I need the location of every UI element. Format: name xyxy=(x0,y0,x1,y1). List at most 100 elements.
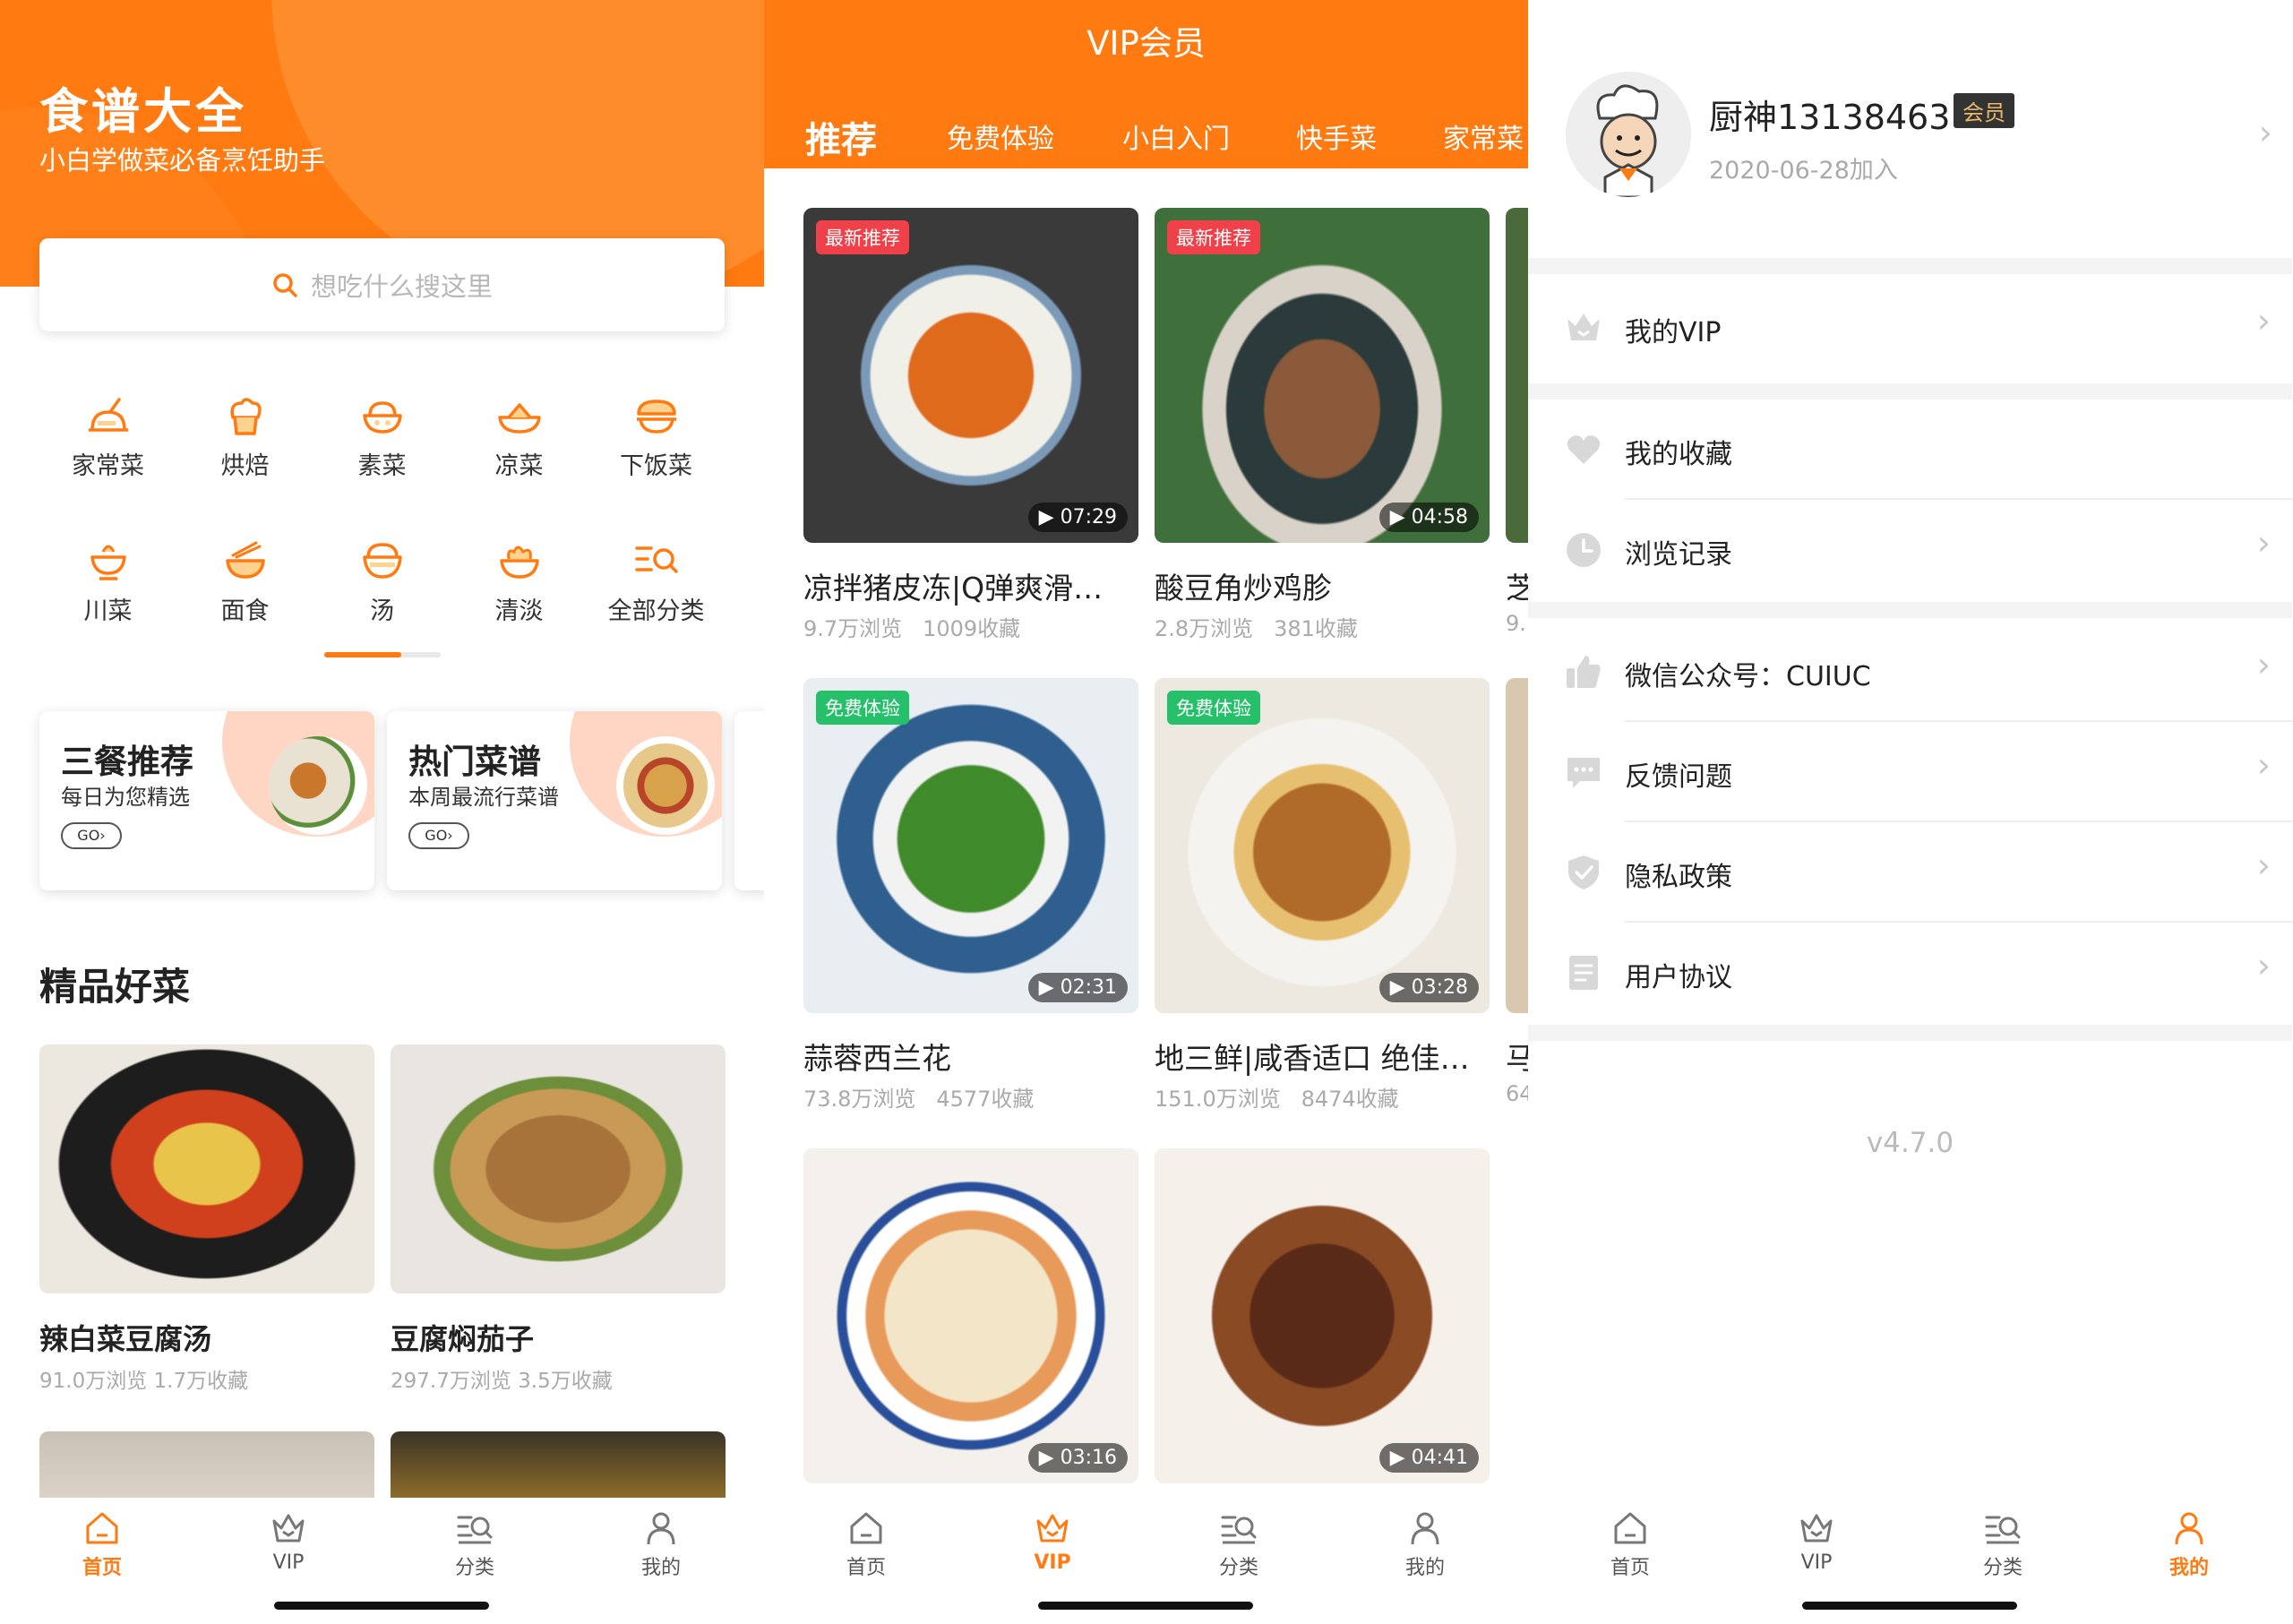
page-indicator-active xyxy=(324,652,401,657)
heart-icon xyxy=(1567,435,1601,464)
nav-mine-label: 我的 xyxy=(2168,1557,2209,1579)
cold-dish-icon xyxy=(497,403,541,434)
nav-category[interactable]: 分类 xyxy=(1185,1508,1292,1580)
video-card[interactable]: ▶ 03:16 xyxy=(803,1148,1138,1483)
search-input[interactable]: 想吃什么搜这里 xyxy=(39,238,725,331)
menu-wechat[interactable]: 微信公众号：CUIUC › xyxy=(1528,622,2292,722)
video-title-peek[interactable]: 芝 xyxy=(1506,564,1528,607)
nav-home[interactable]: 首页 xyxy=(48,1508,156,1580)
nav-vip-label: VIP xyxy=(272,1551,305,1574)
video-card[interactable]: 免费体验 ▶ 02:31 xyxy=(803,678,1138,1013)
menu-feedback[interactable]: 反馈问题 › xyxy=(1528,722,2292,822)
nav-vip[interactable]: VIP xyxy=(1763,1508,1870,1574)
promo-card[interactable]: 三餐推荐 每日为您精选 GO› xyxy=(39,711,374,890)
promo-card[interactable]: 热门菜谱 本周最流行菜谱 GO› xyxy=(387,711,722,890)
recipe-image[interactable] xyxy=(391,1044,726,1293)
menu-my-vip[interactable]: 我的VIP › xyxy=(1528,278,2292,378)
bottom-nav: 首页 VIP 分类 我的 xyxy=(764,1498,1528,1624)
chevron-right-icon: › xyxy=(2256,946,2271,985)
video-card[interactable]: 最新推荐 ▶ 04:58 xyxy=(1155,208,1490,543)
go-button[interactable]: GO› xyxy=(408,822,469,849)
video-card-peek[interactable] xyxy=(1506,678,1528,1013)
chevron-right-icon: › xyxy=(2256,301,2271,340)
user-icon xyxy=(647,1512,675,1545)
nav-home-label: 首页 xyxy=(82,1557,122,1579)
video-title-peek[interactable]: 马 xyxy=(1506,1035,1528,1078)
category-item[interactable]: 下饭菜 xyxy=(588,394,725,481)
category-item[interactable]: 烘焙 xyxy=(176,394,313,481)
category-item[interactable]: 家常菜 xyxy=(39,394,176,481)
thumbs-up-icon xyxy=(1567,656,1601,688)
video-card[interactable]: 免费体验 ▶ 03:28 xyxy=(1155,678,1490,1013)
app-title: 食谱大全 xyxy=(39,83,247,140)
member-badge: 会员 xyxy=(1954,93,2014,128)
video-duration: ▶ 02:31 xyxy=(1027,973,1128,1002)
fav-count: 4577收藏 xyxy=(936,1087,1035,1112)
page-title: VIP会员 xyxy=(1086,24,1206,63)
tab-quick[interactable]: 快手菜 xyxy=(1296,116,1377,156)
nav-mine[interactable]: 我的 xyxy=(607,1508,715,1580)
video-stats: 2.8万浏览 381收藏 xyxy=(1155,611,1358,642)
category-label: 家常菜 xyxy=(72,452,144,480)
video-title[interactable]: 酸豆角炒鸡胗 xyxy=(1155,564,1490,607)
home-indicator xyxy=(1802,1602,2017,1610)
duration-text: 04:41 xyxy=(1411,1447,1468,1469)
nav-mine[interactable]: 我的 xyxy=(1371,1508,1479,1580)
promo-dish-image xyxy=(269,736,367,835)
tab-recommend[interactable]: 推荐 xyxy=(805,111,877,163)
clock-icon xyxy=(1567,533,1601,567)
section-title: 精品好菜 xyxy=(39,965,191,1009)
user-icon xyxy=(2175,1512,2203,1545)
bottom-nav: 首页 VIP 分类 我的 xyxy=(0,1498,764,1624)
category-label: 全部分类 xyxy=(607,597,705,625)
video-card[interactable]: 最新推荐 ▶ 07:29 xyxy=(803,208,1138,543)
menu-privacy[interactable]: 隐私政策 › xyxy=(1528,822,2292,923)
menu-favorites[interactable]: 我的收藏 xyxy=(1528,400,2292,500)
category-item[interactable]: 全部分类 xyxy=(588,539,725,626)
section-divider xyxy=(1528,602,2292,618)
menu-agreement[interactable]: 用户协议 › xyxy=(1528,923,2292,1023)
nav-home[interactable]: 首页 xyxy=(812,1508,920,1580)
avatar[interactable] xyxy=(1566,72,1691,197)
category-item[interactable]: 素菜 xyxy=(313,394,451,481)
go-button[interactable]: GO› xyxy=(61,822,122,849)
nav-home-label: 首页 xyxy=(1610,1557,1650,1579)
video-card[interactable]: ▶ 04:41 xyxy=(1155,1148,1490,1483)
category-item[interactable]: 面食 xyxy=(176,539,313,626)
nav-category[interactable]: 分类 xyxy=(421,1508,528,1580)
fav-count: 381收藏 xyxy=(1274,616,1358,641)
video-card-peek[interactable] xyxy=(1506,208,1528,543)
category-item[interactable]: 汤 xyxy=(313,539,451,626)
nav-vip[interactable]: VIP xyxy=(999,1508,1106,1574)
video-title[interactable]: 蒜蓉西兰花 xyxy=(803,1035,1138,1078)
nav-vip[interactable]: VIP xyxy=(235,1508,342,1574)
category-label: 凉菜 xyxy=(494,452,544,480)
chevron-right-icon[interactable]: › xyxy=(2259,113,2272,152)
light-icon xyxy=(499,546,539,579)
chevron-right-icon: › xyxy=(2256,645,2271,684)
nav-category[interactable]: 分类 xyxy=(1949,1508,2057,1580)
recipe-title[interactable]: 辣白菜豆腐汤 xyxy=(39,1317,211,1358)
video-title[interactable]: 地三鲜|咸香适口 绝佳… xyxy=(1155,1035,1490,1078)
category-item[interactable]: 清淡 xyxy=(451,539,588,626)
tab-homestyle[interactable]: 家常菜 xyxy=(1443,116,1524,156)
video-stats: 9.7万浏览 1009收藏 xyxy=(803,611,1020,642)
video-title[interactable]: 凉拌猪皮冻|Q弹爽滑… xyxy=(803,564,1138,607)
duration-text: 02:31 xyxy=(1060,976,1117,999)
category-item[interactable]: 川菜 xyxy=(39,539,176,626)
tab-free-trial[interactable]: 免费体验 xyxy=(947,116,1054,156)
nav-home[interactable]: 首页 xyxy=(1576,1508,1684,1580)
soup-icon xyxy=(362,543,402,579)
recipe-image[interactable] xyxy=(39,1044,374,1293)
profile-screen: 厨神13138463 会员 2020-06-28加入 › 我的VIP › 我的收… xyxy=(1528,0,2292,1624)
category-label: 素菜 xyxy=(357,452,407,480)
shield-icon xyxy=(1568,855,1599,889)
promo-card-peek[interactable] xyxy=(734,711,764,890)
recipe-title[interactable]: 豆腐焖茄子 xyxy=(391,1317,534,1358)
promo-dish-image xyxy=(616,736,715,835)
tab-beginner[interactable]: 小白入门 xyxy=(1122,116,1230,156)
category-item[interactable]: 凉菜 xyxy=(451,394,588,481)
nav-mine[interactable]: 我的 xyxy=(2135,1508,2243,1580)
nav-category-label: 分类 xyxy=(1982,1557,2022,1579)
menu-history[interactable]: 浏览记录 › xyxy=(1528,500,2292,600)
